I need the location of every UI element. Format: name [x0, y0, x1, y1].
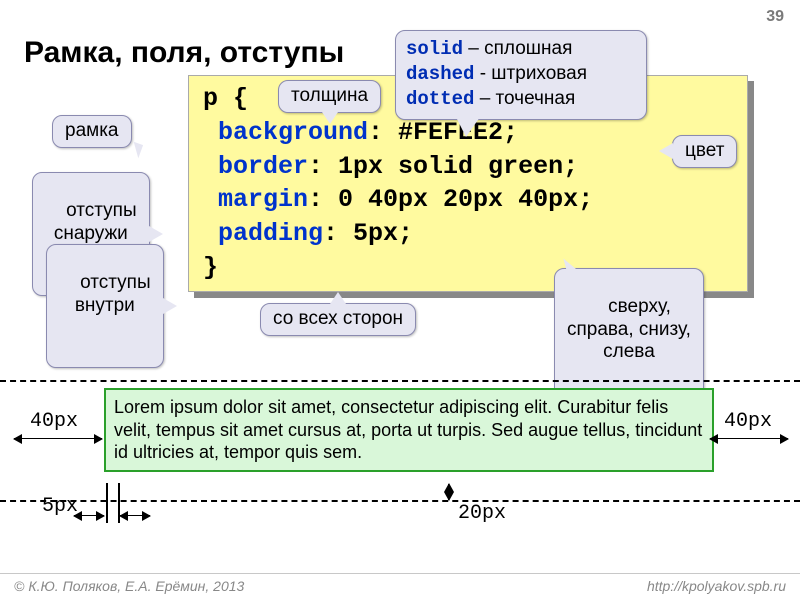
callout-text: рамка: [65, 120, 119, 141]
callout-tail: [149, 226, 163, 242]
dim-padding: 5px: [42, 495, 78, 518]
code-line-6: }: [203, 253, 218, 282]
callout-text: отступы внутри: [75, 272, 151, 316]
code-kw-margin: margin: [203, 185, 308, 214]
code-kw-background: background: [203, 118, 368, 147]
code-rest-4: : 0 40px 20px 40px;: [308, 185, 593, 214]
dim-margin-right: 40px: [724, 410, 772, 433]
code-rest-5: : 5px;: [323, 219, 413, 248]
callout-text: толщина: [291, 85, 368, 106]
margin-bottom-boundary: [0, 500, 800, 502]
callout-tail: [330, 292, 346, 304]
callout-ramka: рамка: [52, 115, 132, 148]
legend-border-styles: solid – сплошная dashed - штриховая dott…: [395, 30, 647, 120]
callout-tail: [128, 142, 142, 159]
dim-margin-bottom: 20px: [458, 502, 506, 525]
callout-padding: отступы внутри: [46, 244, 164, 368]
legend-dotted-kw: dotted: [406, 88, 474, 110]
slide-number: 39: [766, 8, 784, 26]
arrow-padding-right: [120, 515, 150, 516]
legend-dashed-text: - штриховая: [474, 63, 587, 84]
arrow-padding-left: [74, 515, 104, 516]
arrow-margin-left: [14, 438, 102, 439]
code-rest-3: : 1px solid green;: [308, 152, 578, 181]
callout-text: отступы снаружи: [54, 200, 137, 244]
callout-tail: [322, 112, 338, 124]
footer-copyright-icon: ©: [14, 578, 24, 594]
callout-tail: [456, 117, 480, 137]
code-kw-padding: padding: [203, 219, 323, 248]
callout-tail: [659, 143, 673, 159]
example-paragraph: Lorem ipsum dolor sit amet, consectetur …: [104, 388, 714, 472]
legend-solid-text: – сплошная: [463, 38, 572, 59]
arrow-margin-bottom: [448, 484, 449, 500]
margin-top-boundary: [0, 380, 800, 382]
callout-text: со всех сторон: [273, 308, 403, 329]
legend-dashed-kw: dashed: [406, 63, 474, 85]
legend-dotted-text: – точечная: [474, 88, 575, 109]
callout-thickness: толщина: [278, 80, 381, 113]
code-rest-2: : #FEFEE2;: [368, 118, 518, 147]
slide: { "slide_number": "39", "title": "Рамка,…: [0, 0, 800, 600]
tick-padding-outer: [106, 483, 108, 523]
callout-tail: [163, 298, 177, 314]
callout-all-sides: со всех сторон: [260, 303, 416, 336]
page-title: Рамка, поля, отступы: [24, 36, 344, 70]
arrow-margin-right: [710, 438, 788, 439]
legend-solid-kw: solid: [406, 38, 463, 60]
callout-text: цвет: [685, 140, 724, 161]
code-line-1: p {: [203, 84, 248, 113]
footer-authors: К.Ю. Поляков, Е.А. Ерёмин, 2013: [24, 578, 647, 594]
code-kw-border: border: [203, 152, 308, 181]
dim-margin-left: 40px: [30, 410, 78, 433]
callout-color: цвет: [672, 135, 737, 168]
footer: © К.Ю. Поляков, Е.А. Ерёмин, 2013 http:/…: [0, 573, 800, 600]
callout-text: сверху, справа, снизу, слева: [567, 296, 691, 363]
footer-url: http://kpolyakov.spb.ru: [647, 578, 786, 594]
